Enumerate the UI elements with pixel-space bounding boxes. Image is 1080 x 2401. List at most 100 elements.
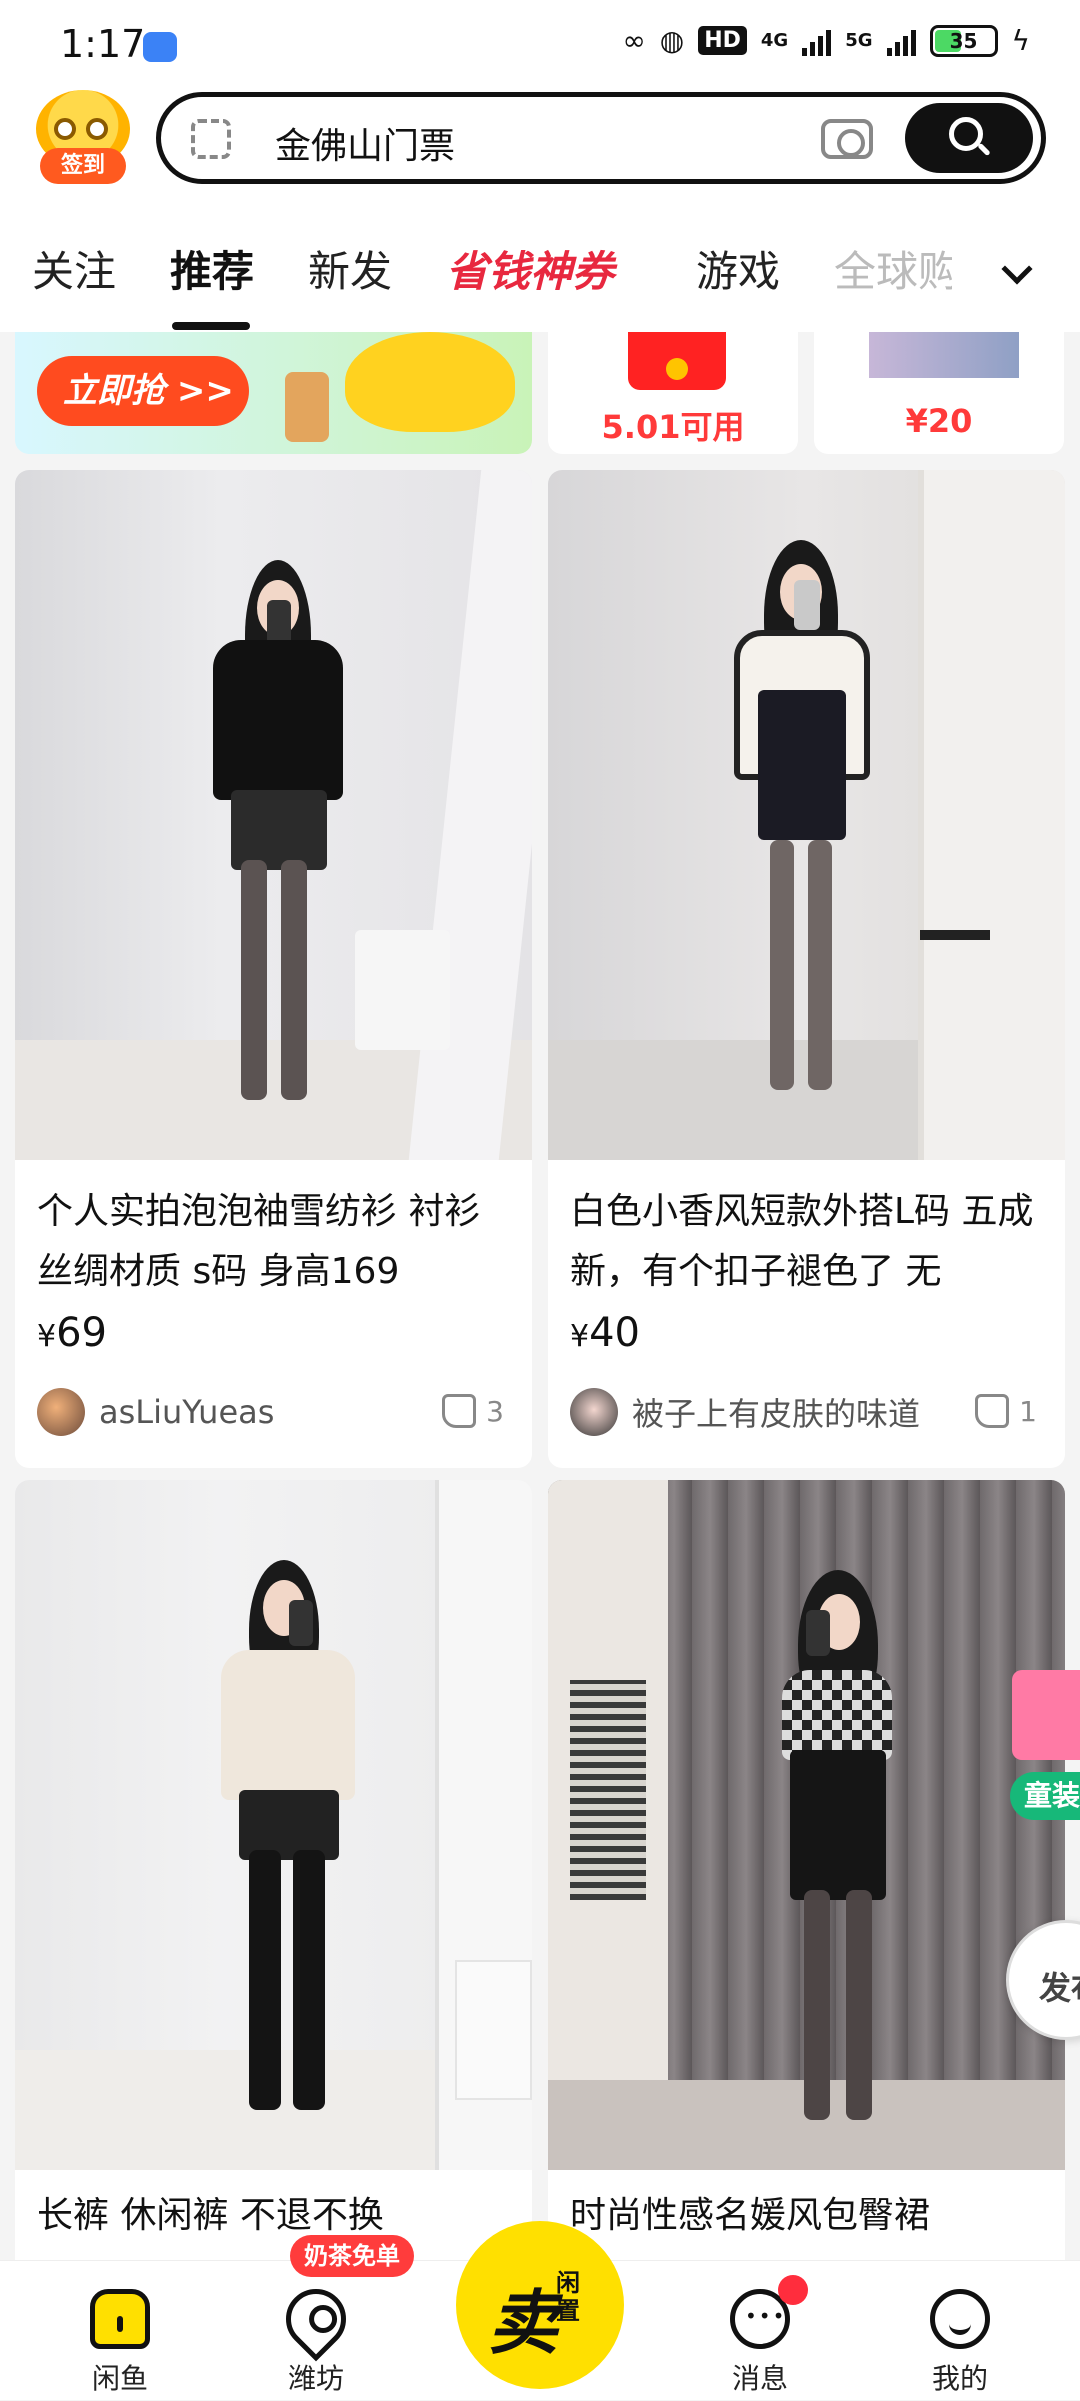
- publish-label: 发布: [1039, 1969, 1080, 2007]
- milk-tea-illustration: [285, 372, 329, 442]
- search-bar[interactable]: 金佛山门票: [156, 92, 1046, 184]
- product-photo[interactable]: [548, 1480, 1065, 2170]
- product-card[interactable]: 长裤 休闲裤 不退不换: [15, 1480, 532, 2260]
- search-icon-handle: [977, 142, 991, 157]
- product-photo[interactable]: [15, 470, 532, 1160]
- price-value: 69: [56, 1310, 107, 1356]
- tab-global[interactable]: 全球购: [834, 238, 952, 299]
- model-figure: [185, 1560, 385, 2150]
- promo-badge: 奶茶免单: [290, 2235, 414, 2277]
- coupon-text: 5.01可用: [601, 408, 745, 446]
- product-card[interactable]: 白色小香风短款外搭L码 五成新，有个扣子褪色了 无 ¥40 被子上有皮肤的味道 …: [548, 470, 1065, 1468]
- thumbs-up-icon: [442, 1394, 477, 1428]
- product-card[interactable]: 个人实拍泡泡袖雪纺衫 衬衫 丝绸材质 s码 身高169 ¥69 asLiuYue…: [15, 470, 532, 1468]
- network-5g-label: 5G: [845, 29, 873, 51]
- price-value: 40: [589, 1310, 640, 1356]
- status-bar: 1:17 ∞ ◍ HD 4G 5G 35 ϟ: [0, 0, 1080, 90]
- search-button[interactable]: [905, 103, 1033, 173]
- avatar[interactable]: [570, 1388, 618, 1436]
- nav-messages[interactable]: 消息: [690, 2261, 830, 2401]
- coupon-card[interactable]: 5.01可用: [548, 332, 798, 454]
- tab-recommend[interactable]: 推荐: [170, 238, 254, 299]
- vibrate-icon: ◍: [659, 24, 685, 57]
- signin-button[interactable]: 签到: [36, 90, 130, 186]
- deal-thumbnail: [869, 332, 1019, 378]
- tab-new[interactable]: 新发: [308, 238, 392, 299]
- header: 签到 金佛山门票: [0, 90, 1080, 200]
- battery-level: 35: [949, 28, 978, 53]
- status-icons: ∞ ◍ HD 4G 5G 35 ϟ: [622, 24, 1030, 57]
- smile-icon: [930, 2289, 990, 2349]
- like-count: 3: [486, 1394, 504, 1428]
- model-figure: [698, 540, 898, 1120]
- nav-messages-label: 消息: [731, 2362, 788, 2395]
- red-packet-icon: [628, 332, 726, 390]
- product-price: ¥69: [37, 1310, 107, 1356]
- home-icon: [90, 2289, 150, 2349]
- notification-app-icon: [143, 32, 177, 62]
- nav-me-label: 我的: [931, 2362, 988, 2395]
- bottom-navigation: 闲鱼 潍坊 奶茶免单 卖 闲置 消息 我的: [0, 2221, 1080, 2401]
- camera-icon[interactable]: [821, 119, 873, 159]
- nav-home-label: 闲鱼: [91, 2362, 148, 2395]
- like-button[interactable]: 3: [442, 1394, 504, 1428]
- photo-cabinet: [455, 1960, 532, 2100]
- model-figure: [738, 1570, 938, 2150]
- nav-me[interactable]: 我的: [890, 2261, 1030, 2401]
- battery-icon: 35: [929, 24, 998, 57]
- product-card[interactable]: 时尚性感名媛风包臀裙: [548, 1480, 1065, 2260]
- status-time: 1:17: [60, 22, 146, 66]
- hd-badge: HD: [698, 26, 747, 55]
- avatar[interactable]: [37, 1388, 85, 1436]
- model-figure: [175, 560, 375, 1120]
- deal-card[interactable]: ¥20: [814, 332, 1064, 454]
- product-price: ¥40: [570, 1310, 640, 1356]
- sell-label: 卖: [488, 2282, 558, 2364]
- search-query[interactable]: 金佛山门票: [275, 117, 455, 169]
- scan-icon[interactable]: [191, 119, 231, 159]
- door-handle: [920, 930, 990, 940]
- tab-coupons[interactable]: 省钱神券: [446, 238, 614, 299]
- mascot-eye-right: [86, 118, 108, 140]
- currency-symbol: ¥: [37, 1319, 57, 1354]
- currency-symbol: ¥: [570, 1319, 590, 1354]
- product-photo[interactable]: [15, 1480, 532, 2170]
- active-tab-indicator: [172, 322, 250, 330]
- seller-info[interactable]: asLiuYueas: [37, 1388, 274, 1436]
- nav-local-label: 潍坊: [287, 2362, 344, 2395]
- photo-door: [918, 470, 1065, 1160]
- like-count: 1: [1019, 1394, 1037, 1428]
- sell-sub-label: 闲置: [556, 2269, 580, 2325]
- nav-local[interactable]: 潍坊: [246, 2261, 386, 2401]
- nav-home[interactable]: 闲鱼: [50, 2261, 190, 2401]
- link-icon: ∞: [622, 24, 646, 57]
- photo-vent: [570, 1680, 646, 1900]
- kids-clothing-thumbnail[interactable]: [1012, 1670, 1080, 1760]
- thumbs-up-icon: [975, 1394, 1010, 1428]
- sell-button[interactable]: 卖 闲置: [456, 2221, 624, 2389]
- grab-now-button[interactable]: 立即抢 >>: [37, 356, 249, 426]
- seller-name[interactable]: 被子上有皮肤的味道: [632, 1389, 920, 1435]
- product-feed: 立即抢 >> 5.01可用 ¥20 个人实拍泡泡袖雪纺衫 衬衫 丝绸材质 s码 …: [0, 332, 1080, 2260]
- location-icon: [273, 2276, 359, 2362]
- mascot-illustration: [345, 332, 515, 432]
- promo-banner[interactable]: 立即抢 >>: [15, 332, 532, 454]
- deal-price: ¥20: [905, 402, 973, 440]
- product-title: 长裤 休闲裤 不退不换: [37, 2195, 384, 2236]
- kids-clothing-tag[interactable]: 童装: [1010, 1772, 1080, 1820]
- product-photo[interactable]: [548, 470, 1065, 1160]
- signal-icon-1: [802, 26, 832, 56]
- tab-games[interactable]: 游戏: [696, 238, 780, 299]
- product-title: 时尚性感名媛风包臀裙: [570, 2195, 931, 2236]
- signin-label: 签到: [40, 148, 126, 184]
- network-4g-label: 4G: [760, 29, 789, 51]
- charging-icon: ϟ: [1011, 24, 1030, 57]
- like-button[interactable]: 1: [975, 1394, 1037, 1428]
- tab-follow[interactable]: 关注: [32, 238, 116, 299]
- seller-name[interactable]: asLiuYueas: [99, 1393, 274, 1431]
- mascot-eye-left: [54, 118, 76, 140]
- seller-info[interactable]: 被子上有皮肤的味道: [570, 1388, 920, 1436]
- product-title: 个人实拍泡泡袖雪纺衫 衬衫 丝绸材质 s码 身高169: [37, 1191, 481, 1292]
- category-tabs: 关注 推荐 新发 省钱神券 游戏 全球购: [0, 200, 1080, 332]
- chevron-down-icon[interactable]: [1001, 253, 1033, 285]
